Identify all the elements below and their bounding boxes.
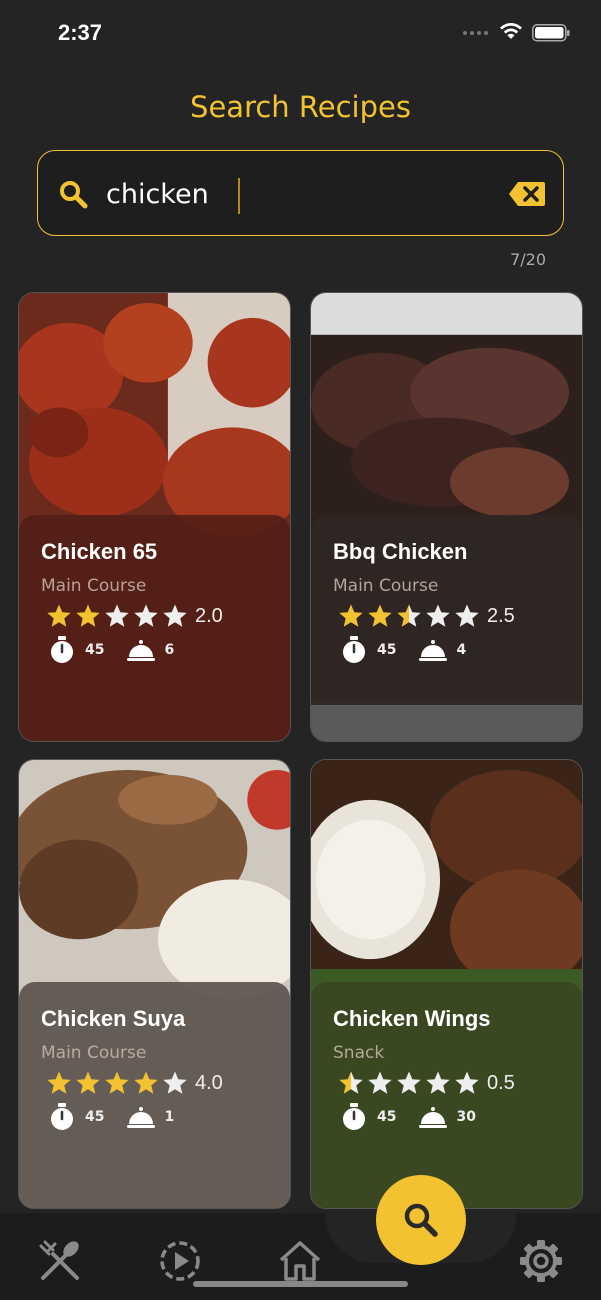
rating-value: 2.0 [195, 604, 223, 627]
text-cursor [238, 178, 240, 214]
star-empty-icon [368, 1071, 392, 1094]
recipe-category: Main Course [41, 1043, 147, 1063]
servings: 30 [456, 1109, 476, 1125]
search-box[interactable] [37, 150, 564, 236]
status-bar: 2:37 [0, 0, 601, 64]
servings-icon [127, 640, 156, 661]
home-indicator [193, 1281, 408, 1287]
star-empty-icon [426, 604, 450, 627]
recipe-title: Bbq Chicken [333, 539, 468, 564]
search-input[interactable] [106, 173, 486, 215]
timer-icon [51, 1103, 73, 1130]
recipe-category: Snack [333, 1043, 385, 1063]
star-empty-icon [426, 1071, 450, 1094]
timer-icon [343, 636, 365, 663]
recipe-title: Chicken 65 [41, 539, 158, 564]
recipe-meta: 45 4 [339, 635, 466, 665]
star-filled-icon [368, 604, 392, 627]
star-filled-icon [134, 1071, 158, 1094]
cook-time: 45 [85, 642, 105, 658]
star-filled-icon [339, 604, 363, 627]
cook-time: 45 [377, 642, 397, 658]
settings-icon[interactable] [518, 1238, 564, 1284]
star-filled-icon [76, 604, 100, 627]
star-filled-icon [47, 604, 71, 627]
clear-search-icon[interactable] [508, 181, 546, 207]
servings-icon [419, 1107, 448, 1128]
star-filled-icon [76, 1071, 100, 1094]
rating-value: 4.0 [195, 1071, 223, 1094]
servings-icon [419, 640, 448, 661]
star-empty-icon [397, 1071, 421, 1094]
rating-value: 0.5 [487, 1071, 515, 1094]
home-icon[interactable] [277, 1238, 323, 1284]
star-filled-icon [47, 1071, 71, 1094]
recipe-meta: 45 6 [47, 635, 174, 665]
rating-value: 2.5 [487, 604, 515, 627]
rating: 4.0 [46, 1070, 223, 1096]
search-fab-button[interactable] [376, 1175, 466, 1265]
battery-icon [532, 24, 570, 42]
star-empty-icon [163, 1071, 187, 1094]
rating-stars [46, 603, 188, 629]
star-empty-icon [134, 604, 158, 627]
rating: 0.5 [338, 1070, 515, 1096]
star-empty-icon [455, 1071, 479, 1094]
cook-time: 45 [377, 1109, 397, 1125]
recipe-card[interactable]: Bbq Chicken Main Course 2.5 45 4 [310, 292, 583, 742]
rating-stars [338, 1070, 480, 1096]
servings: 6 [164, 642, 175, 658]
rating-stars [338, 603, 480, 629]
search-icon [404, 1203, 438, 1237]
timer-icon [343, 1103, 365, 1130]
rating-stars [46, 1070, 188, 1096]
rating: 2.0 [46, 603, 223, 629]
star-empty-icon [105, 604, 129, 627]
star-filled-icon [105, 1071, 129, 1094]
servings-icon [127, 1107, 156, 1128]
recipe-meta: 45 1 [47, 1102, 174, 1132]
recipe-card[interactable]: Chicken Wings Snack 0.5 45 30 [310, 759, 583, 1209]
star-half-icon [339, 1071, 363, 1094]
star-empty-icon [163, 604, 187, 627]
status-time: 2:37 [58, 20, 103, 45]
recipe-meta: 45 30 [339, 1102, 476, 1132]
servings: 1 [164, 1109, 175, 1125]
recipe-title: Chicken Wings [333, 1006, 491, 1031]
wifi-icon [500, 23, 522, 39]
star-empty-icon [455, 604, 479, 627]
signal-icon [463, 31, 491, 37]
recipe-category: Main Course [41, 576, 147, 596]
recipe-card[interactable]: Chicken 65 Main Course 2.0 45 6 [18, 292, 291, 742]
cook-time: 45 [85, 1109, 105, 1125]
recipe-card[interactable]: Chicken Suya Main Course 4.0 45 1 [18, 759, 291, 1209]
result-count: 7/20 [510, 250, 546, 269]
play-circle-icon[interactable] [157, 1238, 203, 1284]
star-half-icon [397, 604, 421, 627]
recipe-category: Main Course [333, 576, 439, 596]
rating: 2.5 [338, 603, 515, 629]
utensils-icon[interactable] [37, 1238, 83, 1284]
search-icon [60, 181, 88, 209]
page-title: Search Recipes [190, 90, 411, 124]
servings: 4 [456, 642, 467, 658]
recipe-title: Chicken Suya [41, 1006, 186, 1031]
timer-icon [51, 636, 73, 663]
